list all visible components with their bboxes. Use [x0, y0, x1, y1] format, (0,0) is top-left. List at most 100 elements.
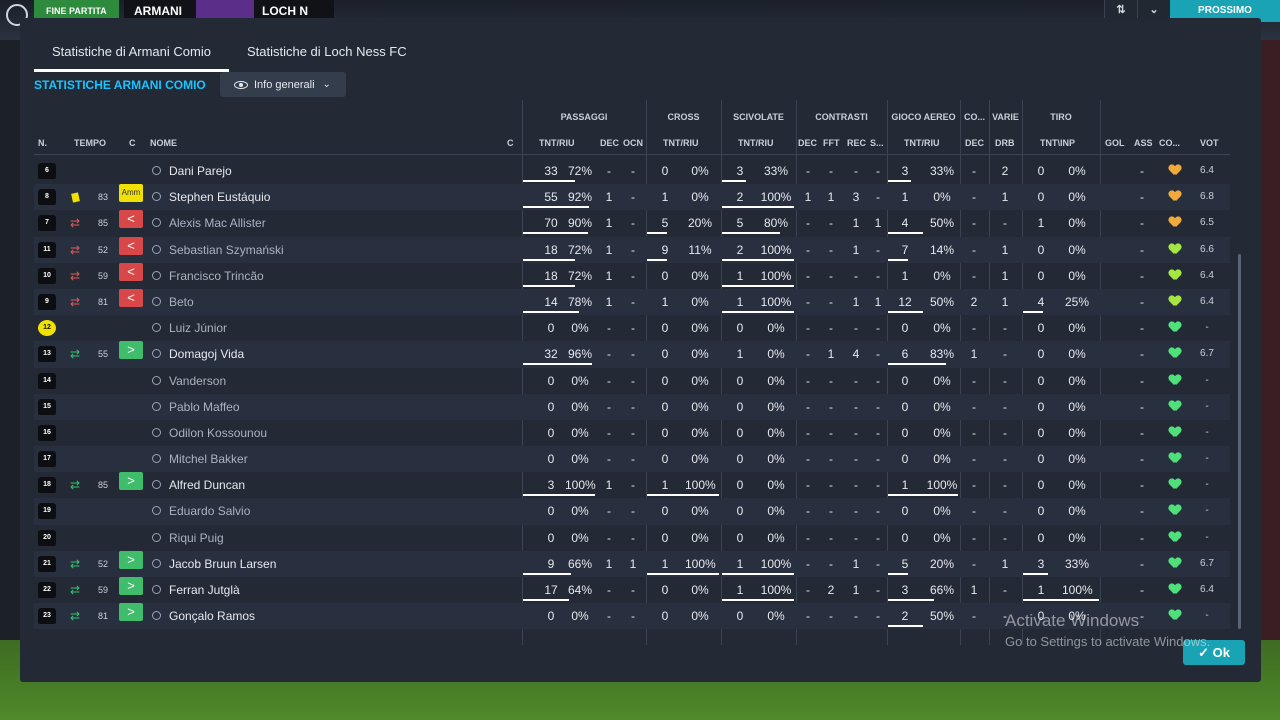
booked-badge[interactable]: Amm [119, 184, 143, 203]
subbed-in-badge[interactable]: > [119, 577, 143, 595]
table-row[interactable]: 18 ⇄ 85 > Alfred Duncan 3 100% 1-1 100% 0 0% - - - -1 1… [34, 472, 1230, 498]
stat-co-fft: - [829, 294, 833, 309]
watermark-title: Activate Windows [1005, 611, 1140, 630]
subbed-out-badge[interactable]: < [119, 210, 143, 229]
table-row[interactable]: 7 ⇄ 85 < Alexis Mac Allister 70 90% 1-5 20% 5 80% -… [34, 210, 1230, 236]
stat-p-tnt: 0 [547, 609, 555, 624]
stat-p-ocn: - [631, 609, 635, 624]
group-header-cross: CROSS [667, 112, 700, 122]
table-row[interactable]: 11 ⇄ 52 < Sebastian Szymański 18 72% 1-9 11% 2 100… [34, 236, 1230, 263]
table-row[interactable]: 10 ⇄ 59 < Francisco Trincão 18 72% 1-0 0% 1 100% - -… [34, 262, 1230, 289]
table-row[interactable]: 20 Riqui Puig 0 0% - - 0 0% 0 0% - - - - 0 0% - - 0 0% - - [34, 525, 1230, 551]
stadium-background-left [0, 40, 20, 640]
player-vote: - [1205, 426, 1209, 438]
stat-c3: - [972, 478, 976, 493]
stats-dialog: Statistiche di Armani Comio Statistiche … [20, 18, 1261, 682]
player-name[interactable]: Eduardo Salvio [169, 498, 250, 524]
col-header-c[interactable]: C [129, 138, 136, 148]
player-name[interactable]: Gonçalo Ramos [169, 603, 255, 629]
player-name[interactable]: Dani Parejo [169, 158, 232, 184]
stat-co-dec: - [806, 347, 810, 362]
subbed-out-badge[interactable]: < [119, 236, 143, 255]
col-header-contrast-rec[interactable]: REC [847, 138, 866, 148]
stat-co-rec: 1 [852, 242, 860, 257]
col-header-assists[interactable]: ASS [1134, 138, 1153, 148]
col-header-contrast-dec[interactable]: DEC [798, 138, 817, 148]
col-header-cross-tnt[interactable]: TNT/RIU [663, 138, 699, 148]
player-name[interactable]: Luiz Júnior [169, 315, 227, 341]
player-name[interactable]: Sebastian Szymański [169, 237, 284, 263]
col-header-pass-tnt[interactable]: TNT/RIU [539, 138, 575, 148]
player-name[interactable]: Francisco Trincão [169, 263, 264, 289]
stat-ga-pct: 0% [933, 399, 951, 414]
player-name[interactable]: Stephen Eustáquio [169, 184, 270, 210]
player-name[interactable]: Jacob Bruun Larsen [169, 551, 276, 577]
table-row[interactable]: 16 Odilon Kossounou 0 0% - - 0 0% 0 0% - - - - 0 0% - - 0 0… [34, 420, 1230, 446]
player-name[interactable]: Beto [169, 289, 194, 315]
col-header-goals[interactable]: GOL [1105, 138, 1125, 148]
col-header-tackle-tnt[interactable]: TNT/RIU [738, 138, 774, 148]
table-row[interactable]: 6 Dani Parejo 33 72% - -0 0% 3 33% - - - -3 33% -2 0 0% -… [34, 158, 1230, 184]
table-row[interactable]: 8 83 Amm Stephen Eustáquio 55 92% 1-1 0% 2 100% 1 1… [34, 184, 1230, 211]
subbed-in-badge[interactable]: > [119, 472, 143, 491]
stat-co-fft: - [829, 425, 833, 440]
col-header-condition[interactable]: CO... [1159, 138, 1180, 148]
table-row[interactable]: 17 Mitchel Bakker 0 0% - - 0 0% 0 0% - - - - 0 0% - - 0 0% -… [34, 446, 1230, 473]
subbed-in-badge[interactable]: > [119, 550, 143, 569]
shirt-number: 13 [38, 346, 56, 363]
stat-co-rec: - [854, 504, 858, 519]
player-name[interactable]: Alexis Mac Allister [169, 210, 266, 236]
col-header-number[interactable]: N. [38, 138, 47, 148]
col-header-shots-tnt[interactable]: TNT\INP [1040, 138, 1075, 148]
table-row[interactable]: 21 ⇄ 52 > Jacob Bruun Larsen 9 66% 1 1 1 100% 1 100%… [34, 550, 1230, 577]
col-header-time[interactable]: TEMPO [74, 138, 106, 148]
stat-bar [722, 232, 780, 235]
table-row[interactable]: 22 ⇄ 59 > Ferran Jutglà 17 64% - -0 0% 1 100% -2 1-3 6… [34, 577, 1230, 603]
stat-cr-tnt: 0 [661, 425, 669, 440]
col-header-pass-dec[interactable]: DEC [600, 138, 619, 148]
player-name[interactable]: Alfred Duncan [169, 472, 245, 498]
col-header-contrast-s[interactable]: S... [870, 138, 884, 148]
stat-p-tnt: 0 [547, 425, 555, 440]
table-row[interactable]: 19 Eduardo Salvio 0 0% - - 0 0% 0 0% - - - - 0 0% - - 0 0% -… [34, 498, 1230, 525]
stat-p-ocn: - [631, 452, 635, 467]
scrollbar[interactable] [1238, 254, 1241, 629]
stat-p-dec: 1 [605, 190, 613, 205]
stat-c3: - [972, 425, 976, 440]
col-header-co-dec[interactable]: DEC [965, 138, 984, 148]
table-row[interactable]: 13 ⇄ 55 > Domagoj Vida 32 96% - -0 0% 1 0% -1 4-6 83% 1… [34, 341, 1230, 368]
stat-co-rec: - [854, 530, 858, 545]
tab-home-stats[interactable]: Statistiche di Armani Comio [34, 38, 229, 72]
table-body: 6 Dani Parejo 33 72% - -0 0% 3 33% - - - -3 33% -2 0 0% -… [34, 158, 1230, 630]
subbed-out-badge[interactable]: < [119, 288, 143, 307]
player-name[interactable]: Vanderson [169, 368, 226, 394]
player-name[interactable]: Mitchel Bakker [169, 446, 248, 472]
table-row[interactable]: 9 ⇄ 81 < Beto 14 78% 1-1 0% 1 100% - -1 1 12 50% 2 1 4 25% -… [34, 288, 1230, 316]
tab-away-stats[interactable]: Statistiche di Loch Ness FC [229, 38, 425, 72]
view-dropdown[interactable]: Info generali ⌄ [220, 72, 346, 97]
col-header-c2[interactable]: C [507, 138, 514, 148]
col-header-name[interactable]: NOME [150, 138, 177, 148]
player-name[interactable]: Ferran Jutglà [169, 577, 240, 603]
col-header-contrast-fft[interactable]: FFT [823, 138, 840, 148]
subbed-in-badge[interactable]: > [119, 603, 143, 622]
subbed-out-badge[interactable]: < [119, 262, 143, 281]
table-row[interactable]: 12 Luiz Júnior 0 0% - - 0 0% 0 0% - - - - 0 0% - - 0 0% - - [34, 315, 1230, 341]
stat-cr-pct: 11% [688, 242, 712, 257]
col-header-pass-ocn[interactable]: OCN [623, 138, 643, 148]
player-name[interactable]: Riqui Puig [169, 525, 224, 551]
person-icon [152, 166, 161, 175]
event-minute: 52 [97, 558, 108, 569]
col-header-dribbles[interactable]: DRB [995, 138, 1015, 148]
stat-sc-pct: 0% [767, 321, 785, 336]
player-name[interactable]: Pablo Maffeo [169, 394, 240, 420]
col-header-aerial-tnt[interactable]: TNT/RIU [904, 138, 940, 148]
player-name[interactable]: Domagoj Vida [169, 341, 244, 367]
sub-out-icon: ⇄ [70, 268, 81, 283]
col-header-vote[interactable]: VOT [1200, 138, 1219, 148]
table-row[interactable]: 15 Pablo Maffeo 0 0% - - 0 0% 0 0% - - - - 0 0% - - 0 0% - - [34, 393, 1230, 420]
subbed-in-badge[interactable]: > [119, 341, 143, 360]
stat-p-dec: 1 [605, 478, 613, 493]
player-name[interactable]: Odilon Kossounou [169, 420, 267, 446]
table-row[interactable]: 14 Vanderson 0 0% - - 0 0% 0 0% - - - - 0 0% - - 0 0% - - [34, 368, 1230, 394]
